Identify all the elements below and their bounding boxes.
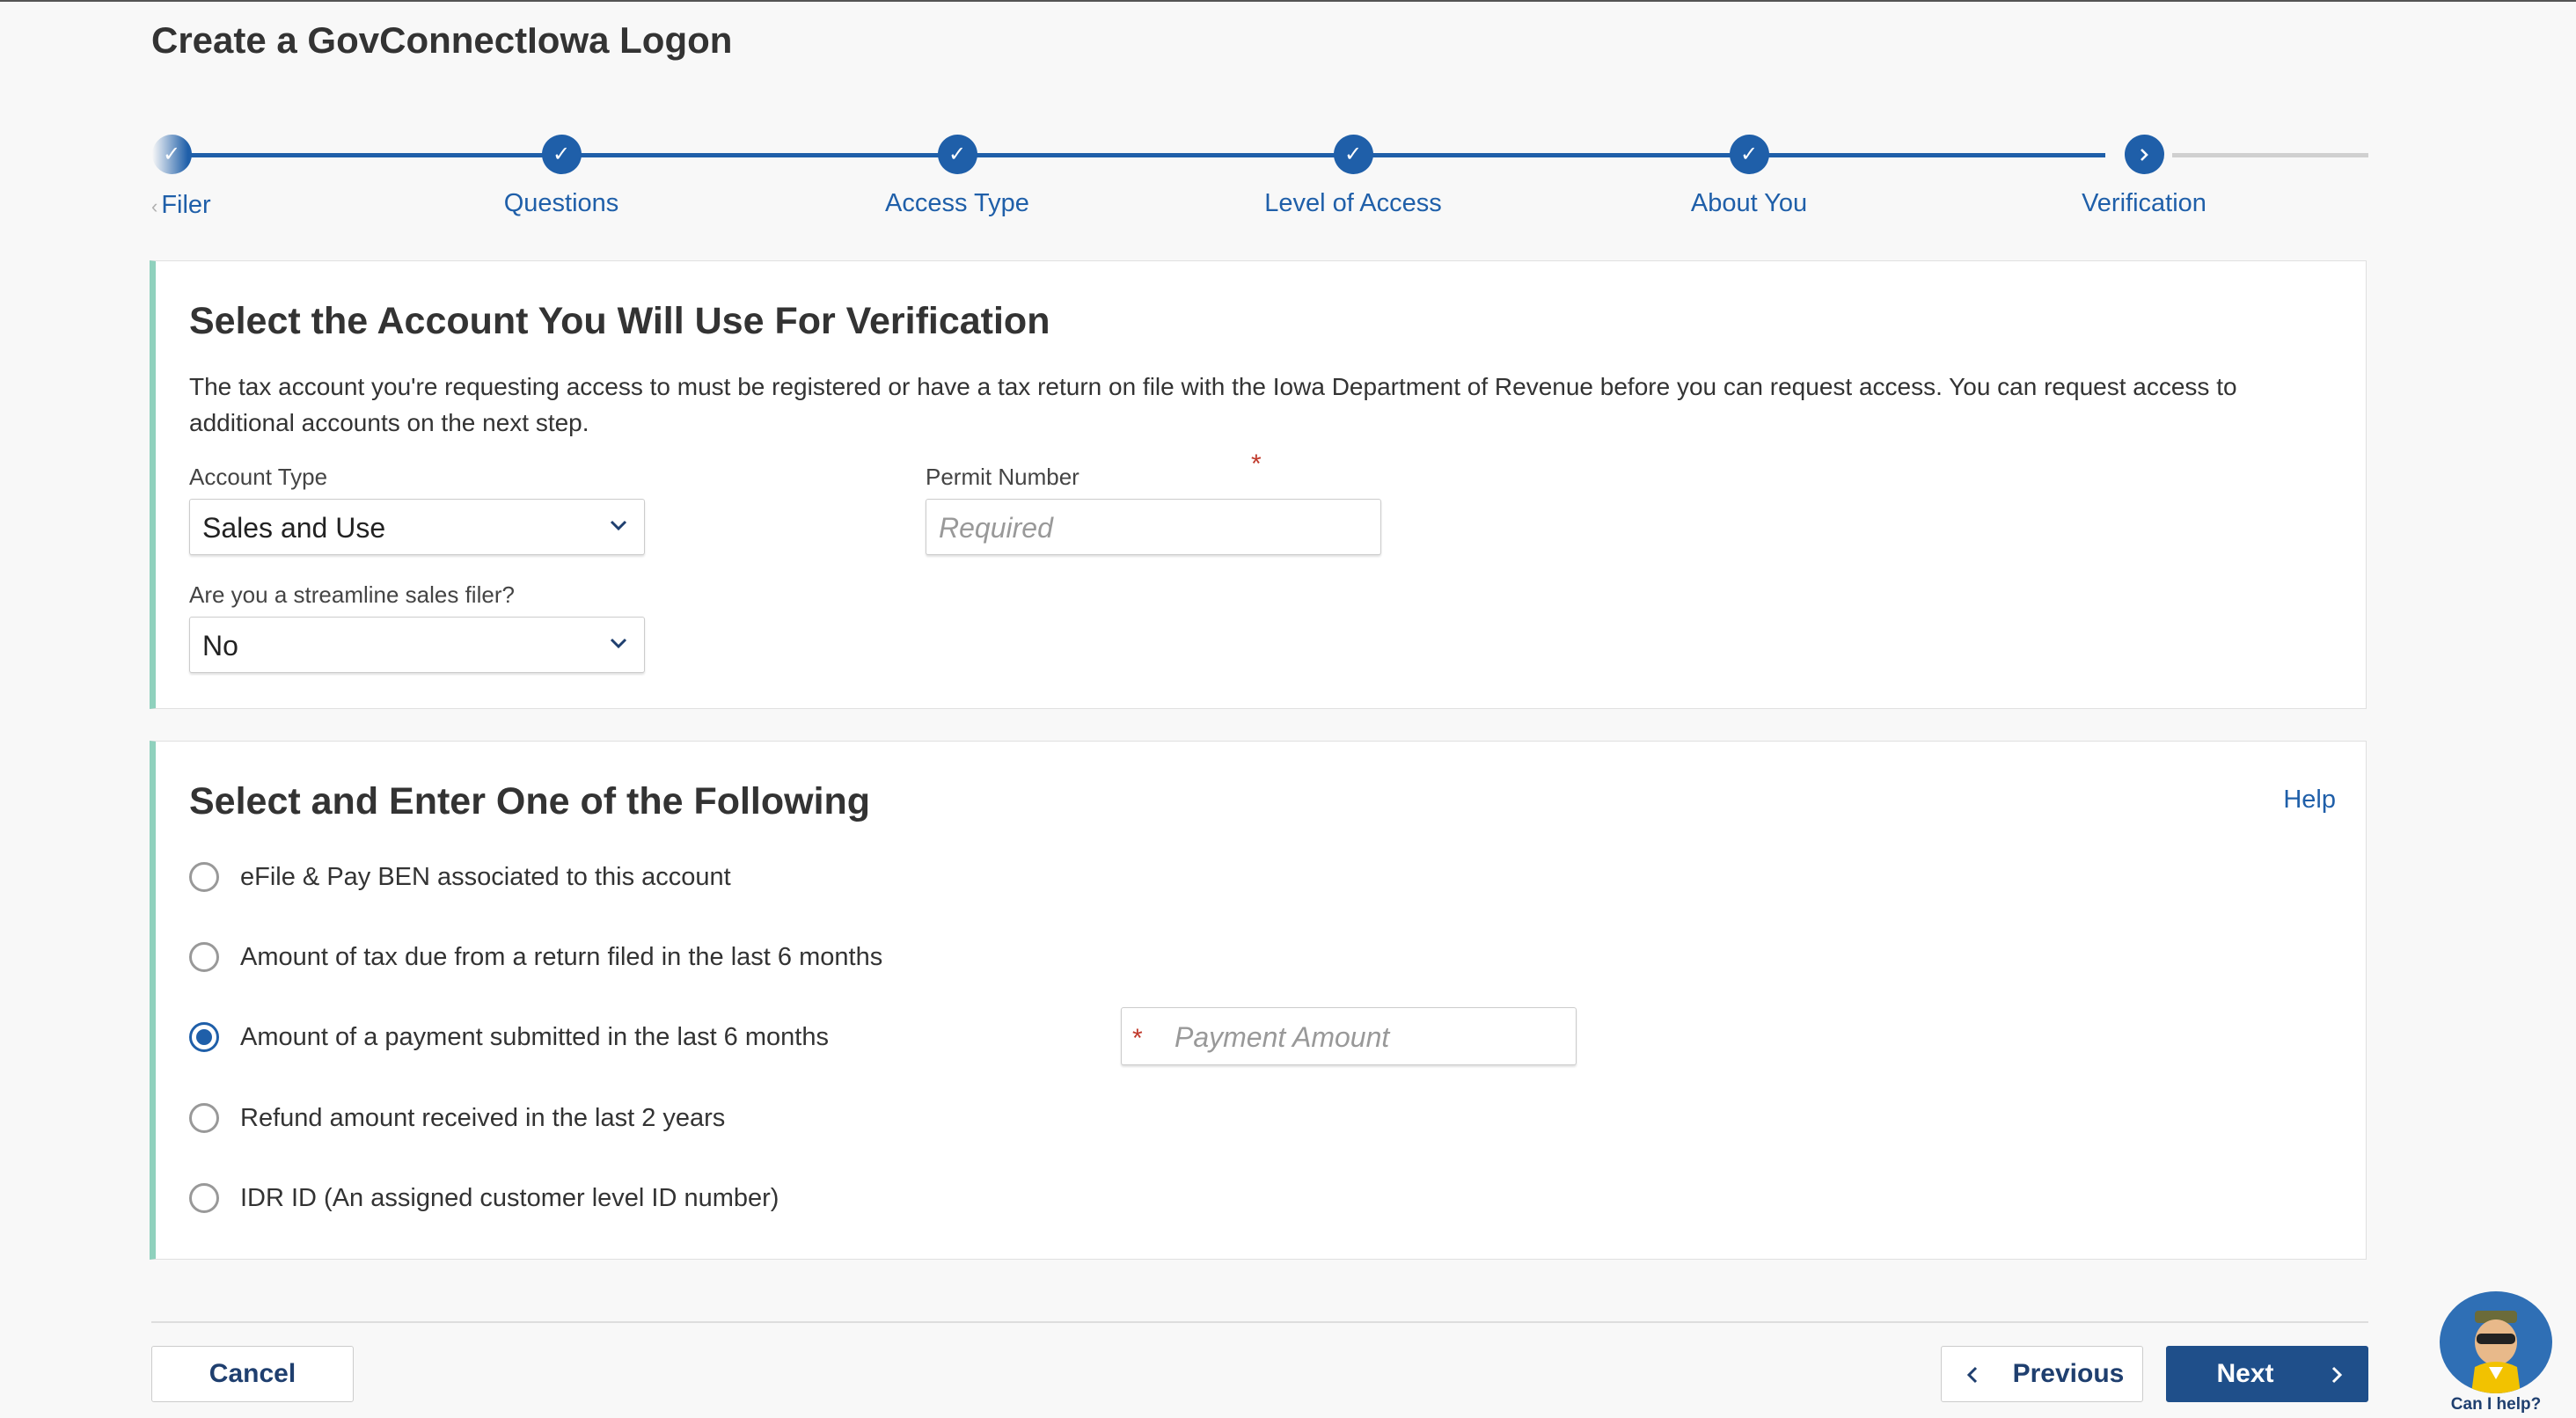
required-asterisk: * xyxy=(1251,450,1262,479)
option-efile-ben[interactable]: eFile & Pay BEN associated to this accou… xyxy=(189,857,731,897)
option-idr-id[interactable]: IDR ID (An assigned customer level ID nu… xyxy=(189,1178,779,1218)
chevron-right-icon xyxy=(2331,1366,2343,1384)
section-heading: Select and Enter One of the Following xyxy=(189,780,871,822)
step-verification[interactable]: Verification xyxy=(2012,123,2276,218)
permit-number-label: Permit Number xyxy=(926,464,1079,490)
cancel-button[interactable]: Cancel xyxy=(151,1346,354,1402)
chevron-down-icon xyxy=(610,638,627,649)
page-title: Create a GovConnectIowa Logon xyxy=(151,19,733,61)
check-icon: ✓ xyxy=(1729,135,1769,174)
check-icon: ✓ xyxy=(541,135,582,174)
account-type-label: Account Type xyxy=(189,464,328,490)
chat-helper[interactable]: Can I help? xyxy=(2437,1291,2555,1418)
radio-button[interactable] xyxy=(189,942,219,972)
option-label: Refund amount received in the last 2 yea… xyxy=(240,1103,726,1132)
previous-button[interactable]: Previous xyxy=(1941,1346,2143,1402)
streamline-label: Are you a streamline sales filer? xyxy=(189,581,515,608)
section-heading: Select the Account You Will Use For Veri… xyxy=(189,300,1050,342)
chevron-left-icon xyxy=(1966,1366,1978,1384)
step-label: Access Type xyxy=(885,189,1029,217)
step-label: Level of Access xyxy=(1264,189,1442,217)
radio-button-selected[interactable] xyxy=(189,1022,219,1052)
next-button[interactable]: Next xyxy=(2166,1346,2368,1402)
step-about-you[interactable]: ✓ About You xyxy=(1617,123,1881,218)
radio-button[interactable] xyxy=(189,1103,219,1133)
footer-divider xyxy=(151,1321,2368,1323)
step-access-type[interactable]: ✓ Access Type xyxy=(825,123,1089,218)
payment-amount-input[interactable]: * Payment Amount xyxy=(1121,1007,1577,1065)
payment-amount-placeholder: Payment Amount xyxy=(1175,1021,1390,1053)
helper-avatar-icon xyxy=(2440,1291,2552,1393)
streamline-select[interactable]: No xyxy=(189,617,645,673)
step-level-of-access[interactable]: ✓ Level of Access xyxy=(1221,123,1485,218)
step-label: Verification xyxy=(2082,189,2206,217)
option-label: Amount of a payment submitted in the las… xyxy=(240,1022,829,1051)
chevron-right-icon xyxy=(2124,135,2164,174)
option-tax-due[interactable]: Amount of tax due from a return filed in… xyxy=(189,937,882,977)
streamline-value: No xyxy=(202,630,238,661)
option-label: eFile & Pay BEN associated to this accou… xyxy=(240,862,731,891)
radio-button[interactable] xyxy=(189,1183,219,1213)
step-label: About You xyxy=(1690,189,1808,217)
required-asterisk: * xyxy=(1132,1024,1143,1053)
help-link[interactable]: Help xyxy=(2283,786,2336,815)
progress-stepper: ✓ ‹ Filer ✓ Questions ✓ Access Type ✓ Lev… xyxy=(151,123,2368,229)
option-label: Amount of tax due from a return filed in… xyxy=(240,942,883,971)
previous-label: Previous xyxy=(2012,1359,2125,1388)
account-type-value: Sales and Use xyxy=(202,512,386,544)
check-icon: ✓ xyxy=(151,135,192,174)
section-description: The tax account you're requesting access… xyxy=(189,373,2237,436)
check-icon: ✓ xyxy=(1333,135,1373,174)
verification-options-panel: Select and Enter One of the Following He… xyxy=(150,741,2367,1260)
account-verification-panel: Select the Account You Will Use For Veri… xyxy=(150,260,2367,709)
option-label: IDR ID (An assigned customer level ID nu… xyxy=(240,1183,779,1212)
step-label: Questions xyxy=(503,189,619,217)
permit-number-input[interactable]: Required xyxy=(926,499,1381,555)
step-questions[interactable]: ✓ Questions xyxy=(429,123,693,218)
account-type-select[interactable]: Sales and Use xyxy=(189,499,645,555)
step-filer-label[interactable]: ‹ Filer xyxy=(151,191,211,220)
option-payment-amount[interactable]: Amount of a payment submitted in the las… xyxy=(189,1017,829,1057)
chevron-left-icon: ‹ xyxy=(151,195,158,217)
option-refund-amount[interactable]: Refund amount received in the last 2 yea… xyxy=(189,1098,725,1138)
top-border xyxy=(0,0,2576,2)
chevron-down-icon xyxy=(610,520,627,531)
check-icon: ✓ xyxy=(937,135,977,174)
radio-button[interactable] xyxy=(189,862,219,892)
cancel-label: Cancel xyxy=(209,1359,296,1388)
helper-caption: Can I help? xyxy=(2450,1395,2542,1414)
next-label: Next xyxy=(2216,1359,2274,1388)
step-filer[interactable]: ✓ xyxy=(145,123,198,174)
